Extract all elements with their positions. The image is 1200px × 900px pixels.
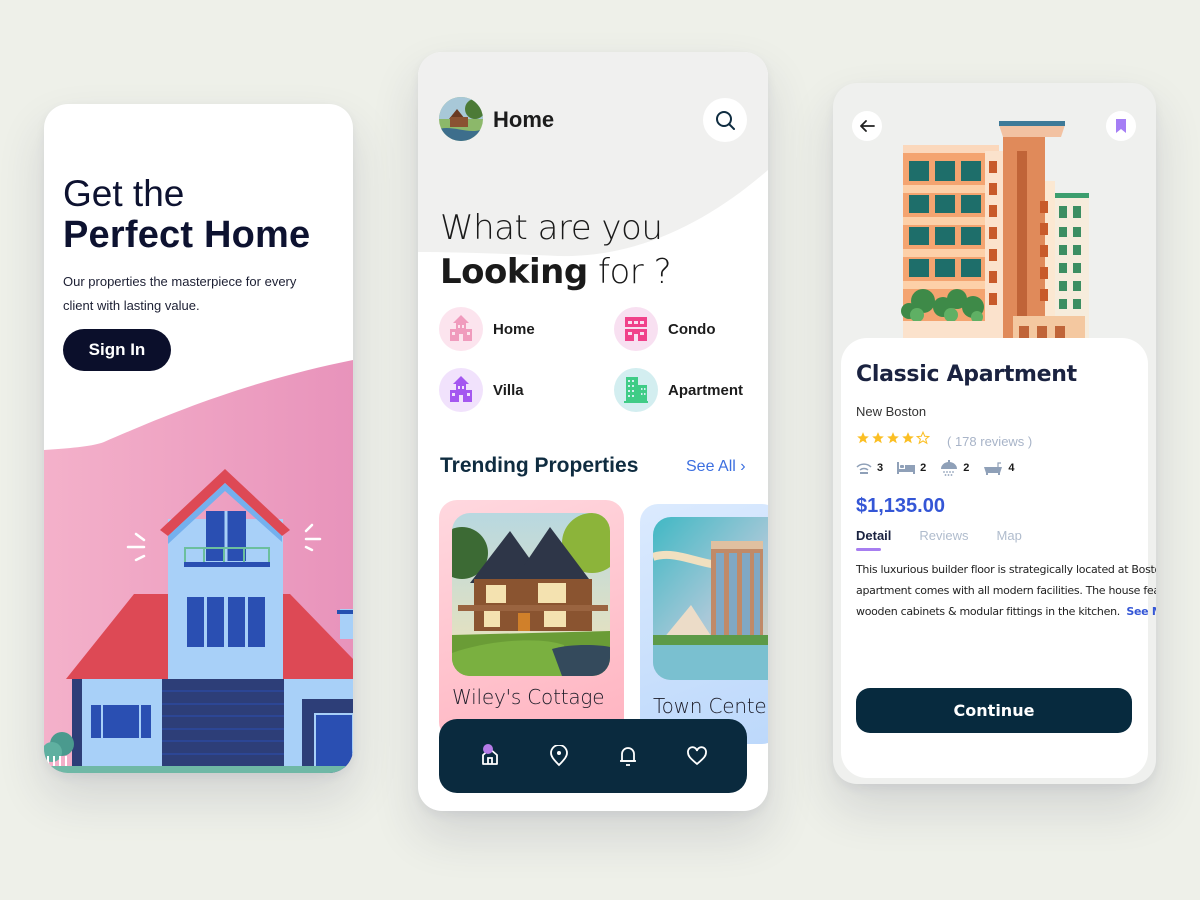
home-screen: Home What are you Looking for ? Home Con… bbox=[418, 52, 768, 811]
bed-icon bbox=[897, 462, 916, 474]
category-label: Home bbox=[493, 320, 535, 338]
chevron-right-icon: › bbox=[735, 458, 746, 475]
header-title: Home bbox=[493, 107, 555, 132]
welcome-title-line1: Get the bbox=[63, 173, 185, 214]
category-label: Apartment bbox=[668, 381, 744, 399]
back-button[interactable] bbox=[852, 111, 882, 141]
feature-shower: 2 bbox=[940, 460, 969, 476]
section-title: Trending Properties bbox=[440, 454, 639, 477]
property-name: Wiley's Cottage bbox=[452, 685, 605, 709]
nav-location[interactable] bbox=[539, 736, 579, 776]
bell-icon bbox=[619, 747, 636, 766]
location-pin-icon bbox=[549, 745, 568, 767]
condo-building-icon bbox=[625, 317, 647, 341]
category-label: Villa bbox=[493, 381, 524, 399]
arrow-left-icon bbox=[860, 120, 875, 132]
search-icon bbox=[716, 111, 735, 130]
property-title: Classic Apartment bbox=[856, 362, 1077, 387]
detail-tabs: Detail Reviews Map bbox=[856, 528, 1050, 551]
property-image bbox=[452, 513, 610, 676]
property-card[interactable]: Town Center bbox=[640, 504, 768, 744]
property-image bbox=[653, 517, 768, 680]
bathtub-icon bbox=[984, 462, 1003, 475]
shower-icon bbox=[941, 460, 958, 476]
apartment-icon bbox=[624, 377, 648, 403]
property-description: This luxurious builder floor is strategi… bbox=[856, 559, 1156, 622]
star-empty-icon bbox=[916, 431, 930, 445]
search-button[interactable] bbox=[703, 98, 747, 142]
property-price: $1,135.00 bbox=[856, 495, 945, 517]
heart-icon bbox=[686, 746, 707, 766]
detail-screen: Classic Apartment New Boston ( 178 revie… bbox=[833, 83, 1156, 784]
bookmark-button[interactable] bbox=[1106, 111, 1136, 141]
feature-wifi: 3 bbox=[856, 461, 883, 475]
question-line2: Looking for ? bbox=[440, 252, 672, 292]
house-icon bbox=[450, 315, 472, 341]
category-label: Condo bbox=[668, 320, 716, 338]
see-all-link[interactable]: See All › bbox=[686, 458, 746, 476]
feature-list: 3 2 2 4 bbox=[856, 460, 1015, 476]
welcome-screen: Get the Perfect Home Our properties the … bbox=[44, 104, 353, 773]
property-name: Town Center bbox=[653, 694, 768, 718]
question-rest: for ? bbox=[587, 252, 672, 292]
house-illustration bbox=[44, 360, 353, 773]
category-villa[interactable]: Villa bbox=[439, 368, 524, 412]
detail-sheet: Classic Apartment New Boston ( 178 revie… bbox=[841, 338, 1156, 778]
star-filled-icon bbox=[887, 432, 899, 444]
question-bold: Looking bbox=[440, 252, 588, 292]
villa-icon bbox=[450, 376, 472, 402]
welcome-title-line2: Perfect Home bbox=[63, 214, 311, 256]
category-condo[interactable]: Condo bbox=[614, 307, 715, 351]
property-card[interactable]: Wiley's Cottage bbox=[439, 500, 624, 740]
tab-map[interactable]: Map bbox=[997, 528, 1022, 547]
bookmark-icon bbox=[1116, 119, 1126, 133]
continue-button[interactable]: Continue bbox=[856, 688, 1132, 733]
tab-detail[interactable]: Detail bbox=[856, 528, 891, 551]
feature-bed: 2 bbox=[897, 462, 926, 474]
category-apartment[interactable]: Apartment bbox=[614, 368, 743, 412]
category-home[interactable]: Home bbox=[439, 307, 535, 351]
star-filled-icon bbox=[857, 432, 869, 444]
property-location: New Boston bbox=[856, 404, 927, 419]
feature-bathtub: 4 bbox=[983, 461, 1015, 475]
rating-stars bbox=[856, 431, 930, 445]
nav-notifications[interactable] bbox=[608, 736, 648, 776]
review-count[interactable]: ( 178 reviews ) bbox=[947, 434, 1032, 449]
building-illustration bbox=[901, 121, 1089, 341]
wifi-icon bbox=[856, 463, 872, 474]
bottom-nav bbox=[439, 719, 747, 793]
star-filled-icon bbox=[902, 432, 914, 444]
active-indicator bbox=[482, 744, 493, 754]
tab-reviews[interactable]: Reviews bbox=[919, 528, 968, 547]
welcome-subtitle: Our properties the masterpiece for every… bbox=[63, 274, 297, 313]
nav-home[interactable] bbox=[470, 736, 510, 776]
nav-favorites[interactable] bbox=[677, 736, 717, 776]
question-line1: What are you bbox=[440, 208, 663, 248]
avatar[interactable] bbox=[439, 97, 483, 141]
star-filled-icon bbox=[872, 432, 884, 444]
see-more-link[interactable]: See More bbox=[1126, 605, 1156, 618]
